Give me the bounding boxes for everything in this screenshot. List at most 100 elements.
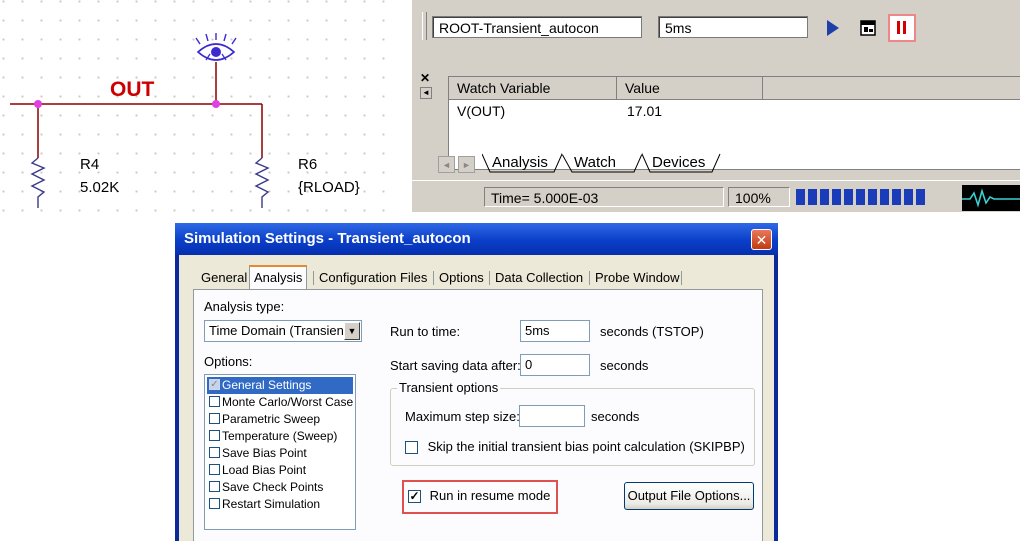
tab-data-collection[interactable]: Data Collection: [495, 267, 583, 289]
tab-options[interactable]: Options: [439, 267, 484, 289]
progress-segment: [820, 189, 829, 205]
progress-segment: [844, 189, 853, 205]
activity-wave-icon: [962, 185, 1020, 211]
collapse-icon[interactable]: ◄: [420, 87, 432, 99]
analysis-type-label: Analysis type:: [204, 299, 285, 314]
analysis-type-select[interactable]: Time Domain (Transient) ▼: [204, 320, 362, 342]
resistor-r6-icon: [254, 157, 270, 208]
options-list[interactable]: ✓ General Settings Monte Carlo/Worst Case…: [204, 374, 356, 530]
checkmark-icon[interactable]: ✓: [408, 490, 421, 504]
tab-analysis[interactable]: Analysis: [492, 152, 548, 174]
progress-segment: [916, 189, 925, 205]
watch-variable-cell[interactable]: V(OUT): [457, 101, 505, 121]
voltage-probe-icon: [195, 33, 237, 61]
r4-value[interactable]: 5.02K: [80, 179, 119, 196]
max-step-unit: seconds: [591, 409, 640, 424]
progress-segment: [904, 189, 913, 205]
run-time-combo[interactable]: 5ms: [658, 16, 808, 38]
watch-dock-controls[interactable]: ✕ ◄: [420, 72, 434, 100]
column-header-value[interactable]: Value: [617, 77, 763, 99]
simulation-toolbar: ROOT-Transient_autocon 5ms: [412, 0, 1020, 64]
checkbox-icon[interactable]: [405, 441, 418, 455]
pause-icon: [897, 21, 906, 34]
tab-devices[interactable]: Devices: [652, 152, 705, 174]
toolbar-grip[interactable]: [422, 12, 427, 40]
run-to-time-unit: seconds (TSTOP): [600, 324, 704, 339]
progress-bar: [796, 189, 956, 205]
play-icon: [827, 20, 839, 36]
option-save-check-points[interactable]: Save Check Points: [207, 479, 323, 496]
max-step-label: Maximum step size:: [405, 409, 520, 424]
tab-general[interactable]: General: [201, 267, 247, 289]
simulation-panel: ROOT-Transient_autocon 5ms ✕ ◄ Watch Var…: [412, 0, 1020, 212]
resume-mode-label: Run in resume mode: [429, 488, 551, 503]
checkbox-icon[interactable]: [209, 430, 220, 442]
dialog-title[interactable]: Simulation Settings - Transient_autocon: [175, 223, 778, 255]
transient-options-group: Transient options Maximum step size: sec…: [390, 380, 755, 466]
skipbp-checkbox[interactable]: Skip the initial transient bias point ca…: [405, 439, 745, 455]
junction-dot: [34, 100, 42, 108]
start-saving-input[interactable]: 0: [520, 354, 590, 376]
r4-reference[interactable]: R4: [80, 156, 99, 173]
watch-grid-header: Watch Variable Value: [449, 77, 1020, 100]
option-restart-simulation[interactable]: Restart Simulation: [207, 496, 320, 513]
close-button[interactable]: ✕: [751, 229, 772, 250]
progress-segment: [808, 189, 817, 205]
analysis-type-value: Time Domain (Transient): [209, 323, 352, 338]
options-label: Options:: [204, 354, 253, 369]
progress-segment: [892, 189, 901, 205]
checkbox-icon[interactable]: ✓: [209, 379, 220, 391]
status-bar: Time= 5.000E-03 100%: [412, 180, 1020, 212]
tab-scroll-right-icon[interactable]: ►: [458, 156, 475, 173]
run-to-time-label: Run to time:: [390, 324, 461, 339]
dialog-body: General Analysis Configuration Files Opt…: [179, 255, 774, 541]
start-saving-unit: seconds: [600, 358, 649, 373]
pause-button[interactable]: [888, 14, 916, 42]
column-header-variable[interactable]: Watch Variable: [449, 77, 617, 99]
progress-segment: [796, 189, 805, 205]
option-monte-carlo[interactable]: Monte Carlo/Worst Case: [207, 394, 353, 411]
checkbox-icon[interactable]: [209, 396, 220, 408]
r6-reference[interactable]: R6: [298, 156, 317, 173]
analysis-tab-page: Analysis type: Time Domain (Transient) ▼…: [193, 289, 763, 541]
profile-combo[interactable]: ROOT-Transient_autocon: [432, 16, 642, 38]
progress-segment: [880, 189, 889, 205]
skipbp-label: Skip the initial transient bias point ca…: [427, 439, 745, 454]
close-icon[interactable]: ✕: [420, 71, 430, 85]
option-load-bias-point[interactable]: Load Bias Point: [207, 462, 306, 479]
option-parametric-sweep[interactable]: Parametric Sweep: [207, 411, 320, 428]
checkbox-icon[interactable]: [209, 447, 220, 459]
simulation-settings-dialog: Simulation Settings - Transient_autocon …: [175, 223, 778, 541]
checkbox-icon[interactable]: [209, 498, 220, 510]
tab-probe-window[interactable]: Probe Window: [595, 267, 680, 289]
tab-watch[interactable]: Watch: [574, 152, 616, 174]
option-temperature-sweep[interactable]: Temperature (Sweep): [207, 428, 337, 445]
net-label-out[interactable]: OUT: [110, 78, 154, 102]
probe-window-icon: [860, 20, 876, 36]
schematic-canvas[interactable]: OUT R4 5.02K R6 {RLOAD}: [0, 0, 400, 215]
resume-mode-checkbox[interactable]: ✓ Run in resume mode: [408, 488, 551, 504]
tab-configuration-files[interactable]: Configuration Files: [319, 267, 427, 289]
output-file-options-button[interactable]: Output File Options...: [624, 482, 754, 510]
run-button[interactable]: [818, 14, 846, 42]
markers-button[interactable]: [854, 14, 882, 42]
tab-scroll-left-icon[interactable]: ◄: [438, 156, 455, 173]
progress-segment: [856, 189, 865, 205]
resistor-r4-icon: [30, 157, 46, 208]
chevron-down-icon[interactable]: ▼: [344, 322, 360, 340]
junction-dot: [212, 100, 220, 108]
watch-value-cell: 17.01: [627, 103, 663, 119]
option-general-settings[interactable]: ✓ General Settings: [207, 377, 353, 394]
watch-tabs: ◄ ► Analysis Watch Devices: [438, 152, 1020, 176]
run-to-time-input[interactable]: 5ms: [520, 320, 590, 342]
r6-value[interactable]: {RLOAD}: [298, 179, 360, 196]
status-time: Time= 5.000E-03: [484, 187, 724, 207]
option-save-bias-point[interactable]: Save Bias Point: [207, 445, 307, 462]
start-saving-label: Start saving data after:: [390, 358, 521, 373]
max-step-input[interactable]: [519, 405, 585, 427]
tab-analysis[interactable]: Analysis: [249, 265, 308, 289]
transient-options-title: Transient options: [397, 380, 501, 395]
checkbox-icon[interactable]: [209, 481, 220, 493]
checkbox-icon[interactable]: [209, 413, 220, 425]
checkbox-icon[interactable]: [209, 464, 220, 476]
